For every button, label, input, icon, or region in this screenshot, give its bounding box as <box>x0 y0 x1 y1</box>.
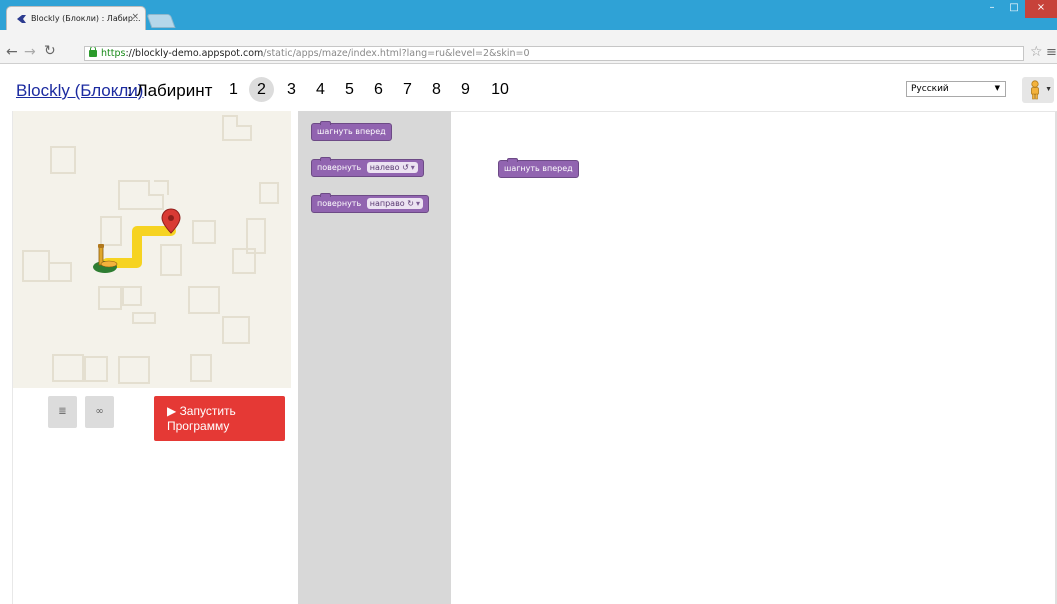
pegman-skin-button[interactable]: ▼ <box>1022 77 1054 103</box>
maze-svg <box>22 115 279 384</box>
turn-right-icon: ↻ <box>407 199 414 208</box>
left-gutter <box>0 111 13 604</box>
pegman-icon <box>1031 80 1039 100</box>
language-value: Русский <box>911 84 949 94</box>
minimize-button[interactable]: – <box>981 0 1003 18</box>
workspace-move-forward-block[interactable]: шагнуть вперед <box>498 158 579 178</box>
chevron-down-icon: ▼ <box>994 84 1000 92</box>
maze-controls: ≣ ∞ ▶ Запустить Программу <box>13 388 298 604</box>
toolbox-move-forward-block[interactable]: шагнуть вперед <box>311 121 392 141</box>
toolbox-turn-right-block[interactable]: повернуть направо ↻ ▾ <box>311 193 429 213</box>
level-link-8[interactable]: 8 <box>424 77 449 102</box>
blockly-favicon-icon <box>17 15 26 23</box>
lock-icon <box>89 47 97 57</box>
dropdown-value: направо <box>369 199 405 208</box>
maze-canvas <box>13 111 291 388</box>
turn-direction-dropdown[interactable]: направо ↻ ▾ <box>366 198 423 209</box>
level-link-10[interactable]: 10 <box>485 77 515 102</box>
link-icon: ∞ <box>95 406 104 417</box>
menu-icon[interactable]: ≡ <box>1046 45 1057 60</box>
back-arrow-icon[interactable]: ← <box>6 44 18 60</box>
run-program-button[interactable]: ▶ Запустить Программу <box>154 396 285 441</box>
language-select[interactable]: Русский ▼ <box>906 81 1006 97</box>
url-input[interactable]: https://blockly-demo.appspot.com/static/… <box>84 46 1024 61</box>
blockly-home-link[interactable]: Blockly (Блокли) <box>16 81 143 101</box>
new-tab-button[interactable] <box>146 14 176 28</box>
maze-background-tiles <box>22 115 279 384</box>
block-label: шагнуть вперед <box>317 127 386 136</box>
tab-close-icon[interactable]: × <box>131 12 139 22</box>
show-code-button[interactable]: ≣ <box>48 396 77 428</box>
reload-icon[interactable]: ↻ <box>44 43 56 59</box>
toolbox-turn-left-block[interactable]: повернуть налево ↺ ▾ <box>311 157 424 177</box>
forward-arrow-icon[interactable]: → <box>24 44 36 60</box>
maximize-button[interactable]: □ <box>1003 0 1025 18</box>
level-link-1[interactable]: 1 <box>221 77 246 102</box>
close-window-button[interactable]: × <box>1025 0 1057 18</box>
star-icon[interactable]: ☆ <box>1030 44 1043 60</box>
level-link-7[interactable]: 7 <box>395 77 420 102</box>
block-label: повернуть <box>317 163 362 172</box>
level-link-5[interactable]: 5 <box>337 77 362 102</box>
level-link-6[interactable]: 6 <box>366 77 391 102</box>
window-titlebar: Blockly (Блокли) : Лабир... × – □ × <box>0 0 1057 30</box>
blockly-toolbox: шагнуть вперед повернуть налево ↺ ▾ повер… <box>298 111 451 604</box>
code-icon: ≣ <box>58 406 67 417</box>
level-link-3[interactable]: 3 <box>279 77 304 102</box>
turn-direction-dropdown[interactable]: налево ↺ ▾ <box>366 162 418 173</box>
block-label: шагнуть вперед <box>504 164 573 173</box>
chevron-down-icon: ▾ <box>415 199 420 208</box>
blockly-workspace[interactable]: шагнуть вперед <box>451 111 1057 604</box>
address-bar: ← → ↻ https://blockly-demo.appspot.com/s… <box>0 30 1057 64</box>
tab-title: Blockly (Блокли) : Лабир... <box>31 14 141 23</box>
chevron-down-icon: ▾ <box>410 163 415 172</box>
run-program-label: ▶ Запустить Программу <box>167 404 236 433</box>
browser-tab[interactable]: Blockly (Блокли) : Лабир... × <box>6 6 146 30</box>
url-path: /static/apps/maze/index.html?lang=ru&lev… <box>263 48 530 59</box>
level-link-2[interactable]: 2 <box>249 77 274 102</box>
page-title: : Лабиринт <box>127 81 213 100</box>
app-header: Blockly (Блокли) : Лабиринт 1 2 3 4 5 6 … <box>0 65 1057 111</box>
block-label: повернуть <box>317 199 362 208</box>
level-link-4[interactable]: 4 <box>308 77 333 102</box>
level-link-9[interactable]: 9 <box>453 77 478 102</box>
chevron-down-icon: ▼ <box>1045 86 1052 93</box>
url-host: ://blockly-demo.appspot.com <box>125 48 264 59</box>
link-button[interactable]: ∞ <box>85 396 114 428</box>
url-scheme: https <box>101 48 126 59</box>
dropdown-value: налево <box>369 163 400 172</box>
turn-left-icon: ↺ <box>402 163 409 172</box>
window-controls: – □ × <box>981 0 1057 18</box>
